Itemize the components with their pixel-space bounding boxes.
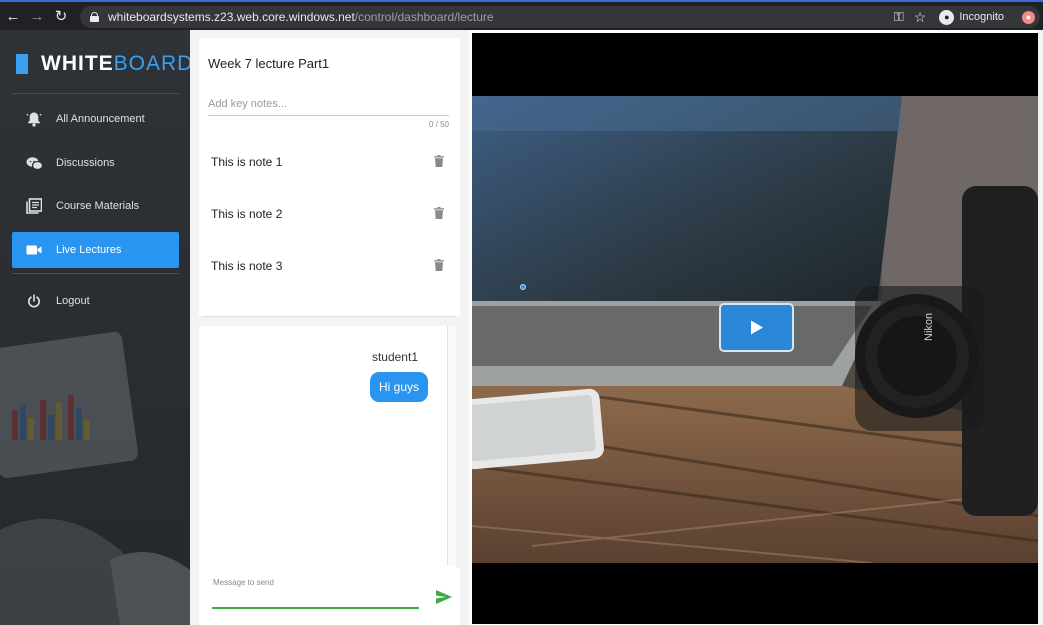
url-host: whiteboardsystems.z23.web.core.windows.n… bbox=[108, 10, 355, 24]
note-text: This is note 2 bbox=[211, 207, 283, 221]
sidebar: WHITE BOARD All Announcement Discussions… bbox=[0, 30, 190, 625]
message-composer: Message to send bbox=[199, 568, 460, 625]
url-text: whiteboardsystems.z23.web.core.windows.n… bbox=[108, 10, 494, 24]
extension-icon[interactable]: ● bbox=[1022, 10, 1035, 24]
reload-icon[interactable]: ↻ bbox=[50, 5, 72, 27]
lecture-title: Week 7 lecture Part1 bbox=[208, 56, 330, 71]
note-list: This is note 1 This is note 2 This is no… bbox=[199, 136, 460, 316]
star-icon[interactable]: ☆ bbox=[914, 9, 927, 26]
note-text: This is note 1 bbox=[211, 155, 283, 169]
sidebar-item-course-materials[interactable]: Course Materials bbox=[12, 188, 179, 224]
incognito-label: Incognito bbox=[959, 11, 1004, 23]
sidebar-divider bbox=[12, 273, 179, 274]
incognito-icon: ● bbox=[939, 9, 955, 25]
forward-icon[interactable]: → bbox=[26, 5, 48, 27]
whiteboard-logo[interactable]: WHITE BOARD bbox=[16, 52, 190, 76]
section-divider bbox=[203, 316, 456, 317]
sidebar-item-label: Course Materials bbox=[56, 200, 140, 212]
sidebar-item-announcements[interactable]: All Announcement bbox=[12, 101, 179, 137]
incognito-badge[interactable]: ● Incognito bbox=[936, 7, 1012, 27]
page-edge bbox=[1038, 30, 1043, 625]
list-item[interactable]: This is note 3 bbox=[199, 240, 460, 292]
video-player[interactable]: Nikon bbox=[472, 33, 1038, 624]
video-camera-icon bbox=[25, 241, 43, 259]
sidebar-item-label: Discussions bbox=[56, 157, 115, 169]
sidebar-item-discussions[interactable]: Discussions bbox=[12, 145, 179, 181]
browser-toolbar: ← → ↻ whiteboardsystems.z23.web.core.win… bbox=[0, 0, 1043, 30]
message-input[interactable] bbox=[212, 591, 419, 609]
character-counter: 0 / 50 bbox=[428, 120, 449, 129]
key-icon[interactable]: ⚿ bbox=[894, 9, 904, 25]
bell-icon bbox=[25, 110, 43, 128]
svg-text:Nikon: Nikon bbox=[923, 313, 935, 341]
chat-bubbles-icon bbox=[25, 154, 43, 172]
list-item[interactable]: This is note 2 bbox=[199, 188, 460, 240]
sidebar-item-label: Live Lectures bbox=[56, 244, 122, 256]
sidebar-item-label: All Announcement bbox=[56, 113, 145, 125]
logo-bar bbox=[16, 54, 28, 74]
sidebar-divider bbox=[12, 93, 179, 94]
logo-text-white: WHITE bbox=[41, 52, 114, 75]
url-path: /control/dashboard/lecture bbox=[354, 10, 494, 24]
play-button[interactable] bbox=[719, 303, 794, 352]
logo-text-board: BOARD bbox=[113, 52, 190, 75]
sidebar-item-logout[interactable]: Logout bbox=[12, 283, 179, 319]
back-icon[interactable]: ← bbox=[2, 5, 24, 27]
trash-icon[interactable] bbox=[434, 155, 444, 167]
book-icon bbox=[25, 197, 43, 215]
key-notes-input[interactable] bbox=[208, 94, 449, 116]
play-icon bbox=[750, 320, 763, 335]
message-bubble: Hi guys bbox=[369, 372, 428, 402]
note-text: This is note 3 bbox=[211, 259, 283, 273]
send-icon[interactable] bbox=[436, 590, 452, 604]
seek-marker[interactable] bbox=[520, 284, 526, 290]
chat-messages: student1 Hi guys bbox=[199, 326, 456, 568]
lock-icon bbox=[90, 12, 99, 22]
power-icon bbox=[25, 292, 43, 310]
message-input-label: Message to send bbox=[213, 578, 274, 587]
message-sender: student1 bbox=[371, 350, 418, 364]
background-illustration bbox=[0, 331, 190, 625]
trash-icon[interactable] bbox=[434, 207, 444, 219]
notes-header: Week 7 lecture Part1 0 / 50 bbox=[199, 38, 460, 136]
list-item[interactable]: This is note 1 bbox=[199, 136, 460, 188]
notes-panel: Week 7 lecture Part1 0 / 50 This is note… bbox=[190, 30, 469, 625]
sidebar-item-live-lectures[interactable]: Live Lectures bbox=[12, 232, 179, 268]
chat-scrollbar[interactable] bbox=[447, 326, 456, 566]
trash-icon[interactable] bbox=[434, 259, 444, 271]
sidebar-item-label: Logout bbox=[56, 295, 90, 307]
